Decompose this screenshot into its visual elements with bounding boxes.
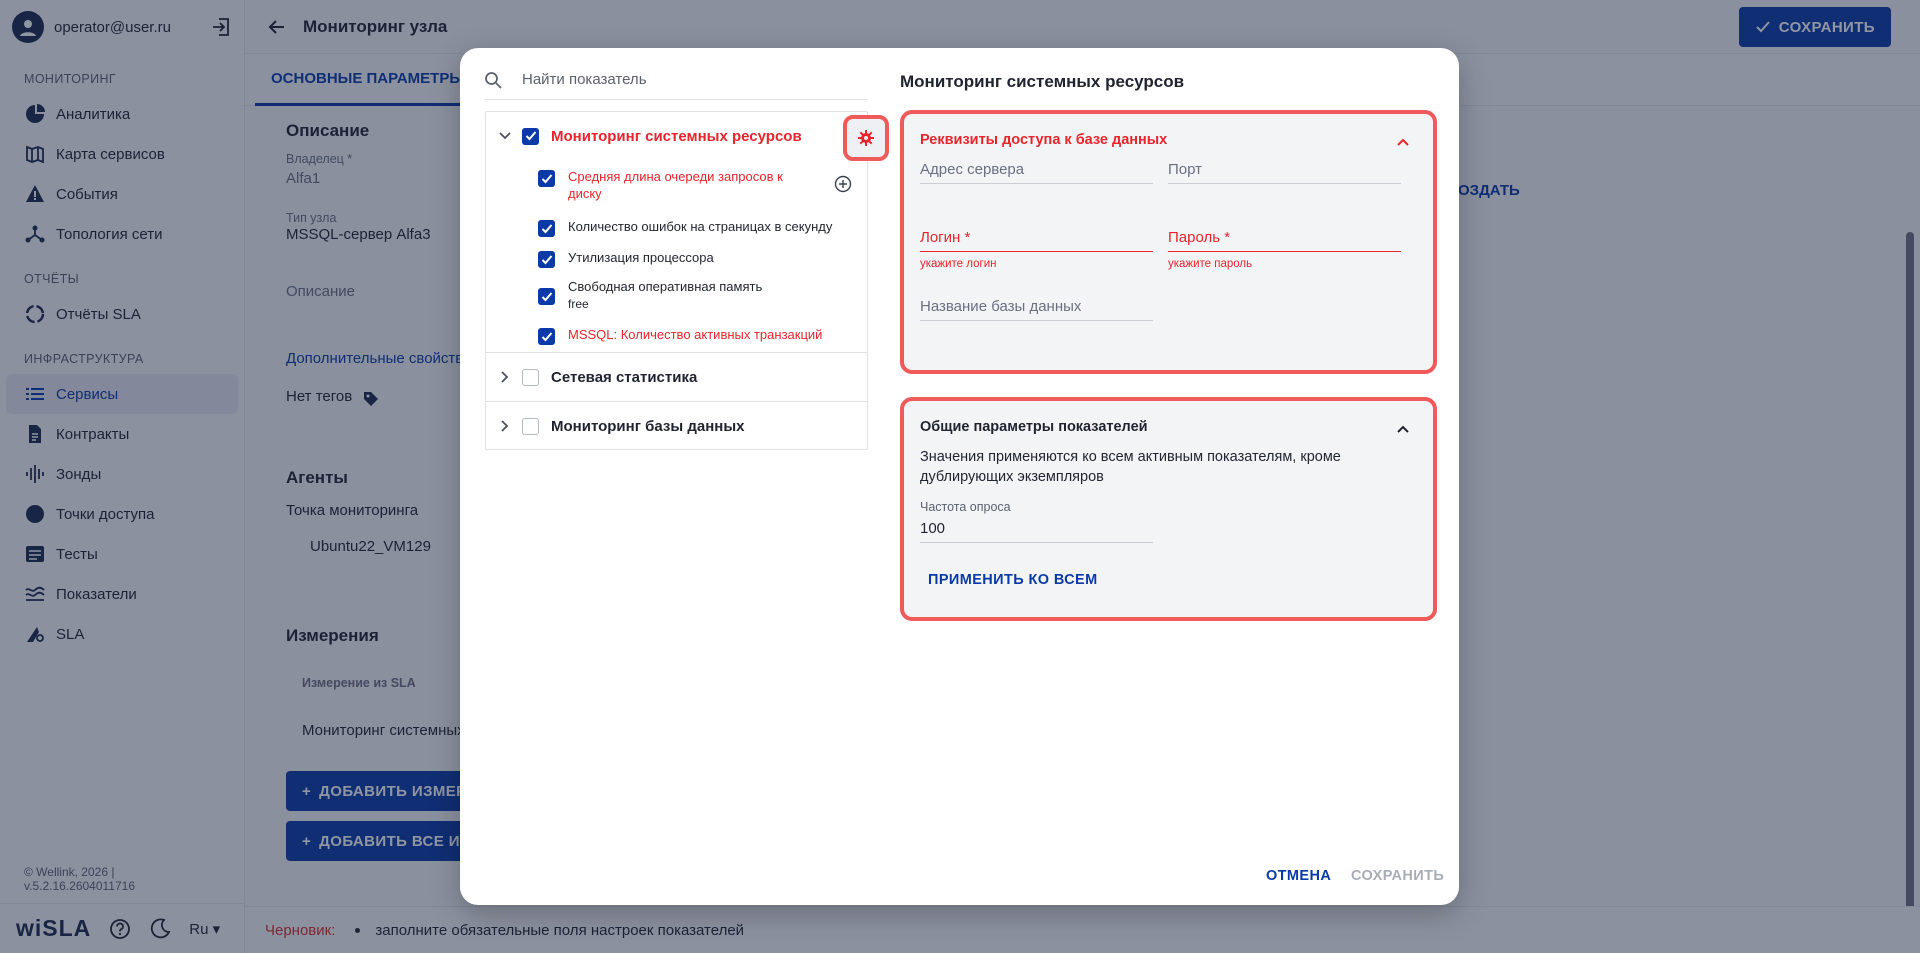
port-placeholder: Порт — [1168, 161, 1203, 178]
tree-group-network-stats[interactable]: Сетевая статистика — [486, 353, 867, 401]
login-label: Логин * — [920, 229, 971, 246]
chevron-up-icon[interactable] — [1395, 421, 1411, 437]
dialog-save-button[interactable]: СОХРАНИТЬ — [1351, 868, 1444, 884]
credentials-panel: Реквизиты доступа к базе данных Адрес се… — [900, 110, 1437, 374]
password-label: Пароль * — [1168, 229, 1231, 246]
item-label-line1: Свободная оперативная память — [568, 279, 763, 294]
item-checkbox[interactable] — [538, 328, 555, 345]
group-checkbox[interactable] — [522, 127, 539, 145]
tree-item[interactable]: Свободная оперативная память free — [538, 278, 858, 313]
cancel-button[interactable]: ОТМЕНА — [1266, 868, 1331, 884]
group-settings-button[interactable] — [843, 115, 889, 161]
apply-to-all-button[interactable]: ПРИМЕНИТЬ КО ВСЕМ — [928, 572, 1098, 588]
login-field[interactable]: Логин * — [920, 224, 1153, 252]
db-name-placeholder: Название базы данных — [920, 298, 1082, 315]
server-address-placeholder: Адрес сервера — [920, 161, 1025, 178]
settings-title: Мониторинг системных ресурсов — [900, 72, 1185, 91]
password-error-hint: укажите пароль — [1168, 258, 1253, 270]
item-label: Свободная оперативная память free — [568, 278, 762, 313]
item-checkbox[interactable] — [538, 251, 555, 268]
search-icon — [485, 71, 502, 89]
server-address-field[interactable]: Адрес сервера — [920, 156, 1153, 184]
port-field[interactable]: Порт — [1168, 156, 1401, 184]
common-params-panel: Общие параметры показателей Значения при… — [900, 397, 1437, 621]
chevron-right-icon[interactable] — [496, 417, 514, 435]
metric-search[interactable]: Найти показатель — [484, 60, 868, 100]
common-params-title: Общие параметры показателей — [920, 419, 1148, 435]
tree-group-db-monitoring[interactable]: Мониторинг базы данных — [486, 402, 867, 450]
group-checkbox[interactable] — [522, 368, 539, 386]
db-name-field[interactable]: Название базы данных — [920, 293, 1153, 321]
group-label: Сетевая статистика — [551, 368, 698, 386]
tree-item[interactable]: Количество ошибок на страницах в секунду — [538, 218, 858, 237]
common-params-description: Значения применяются ко всем активным по… — [920, 449, 1341, 485]
group-label: Мониторинг базы данных — [551, 417, 745, 435]
tree-item[interactable]: Средняя длина очереди запросов к диску — [538, 168, 858, 202]
poll-frequency-field[interactable]: 100 — [920, 513, 1153, 543]
tree-group-system-resources[interactable]: Мониторинг системных ресурсов — [486, 112, 867, 160]
gear-icon — [858, 130, 874, 146]
password-field[interactable]: Пароль * — [1168, 224, 1401, 252]
group-label: Мониторинг системных ресурсов — [551, 127, 802, 145]
item-label-line2: диску — [568, 186, 602, 201]
chevron-down-icon[interactable] — [496, 127, 514, 145]
metric-tree: Мониторинг системных ресурсов Средняя дл… — [485, 111, 889, 450]
credentials-title: Реквизиты доступа к базе данных — [920, 132, 1168, 148]
item-label-line1: Средняя длина очереди запросов к — [568, 169, 783, 184]
search-input[interactable]: Найти показатель — [522, 71, 647, 88]
item-label: Утилизация процессора — [568, 250, 714, 265]
login-error-hint: укажите логин — [920, 258, 997, 270]
group-checkbox[interactable] — [522, 417, 539, 435]
add-circle-icon[interactable] — [834, 175, 852, 193]
item-checkbox[interactable] — [538, 220, 555, 237]
chevron-right-icon[interactable] — [496, 368, 514, 386]
item-checkbox[interactable] — [538, 288, 555, 305]
poll-frequency-value: 100 — [920, 520, 946, 537]
tree-item[interactable]: MSSQL: Количество активных транзакций — [538, 326, 858, 345]
item-label-line2: free — [568, 297, 589, 311]
item-label: Количество ошибок на страницах в секунду — [568, 219, 833, 234]
metric-settings-dialog: Найти показатель Мониторинг системных ре… — [460, 48, 1459, 905]
poll-frequency-label: Частота опроса — [920, 500, 1011, 514]
chevron-up-icon[interactable] — [1395, 134, 1411, 150]
item-label: Средняя длина очереди запросов к диску — [568, 168, 783, 202]
tree-item[interactable]: Утилизация процессора — [538, 249, 858, 268]
item-label: MSSQL: Количество активных транзакций — [568, 327, 823, 342]
item-checkbox[interactable] — [538, 170, 555, 187]
